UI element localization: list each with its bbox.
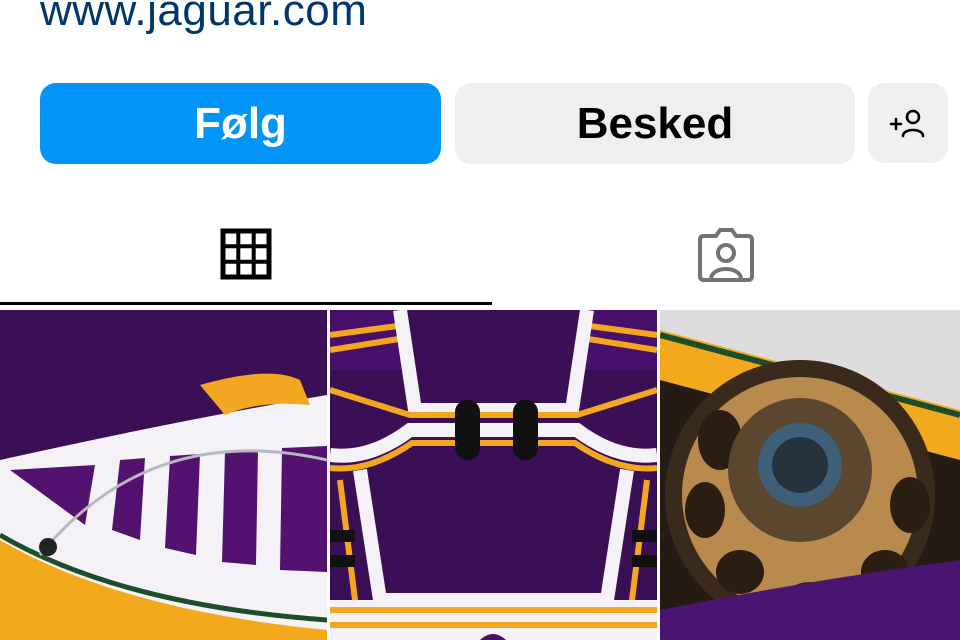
tab-tagged[interactable] (492, 208, 960, 300)
tab-posts-grid[interactable] (0, 208, 492, 300)
post-image-gold-wheel (660, 310, 960, 640)
post-thumbnail[interactable] (330, 310, 657, 640)
grid-icon (220, 228, 272, 280)
website-link[interactable]: www.jaguar.com (40, 0, 367, 36)
active-tab-indicator (0, 302, 492, 305)
profile-action-bar: Følg Besked (40, 83, 948, 164)
profile-tabs (0, 208, 960, 308)
tagged-person-icon (698, 228, 754, 282)
posts-grid (0, 310, 960, 640)
follow-button[interactable]: Følg (40, 83, 441, 164)
add-person-icon (889, 109, 925, 138)
post-image-livery-bodywork (0, 310, 327, 640)
message-button[interactable]: Besked (455, 83, 855, 164)
profile-page: www.jaguar.com Følg Besked (0, 0, 960, 640)
post-thumbnail[interactable] (660, 310, 960, 640)
post-thumbnail[interactable] (0, 310, 327, 640)
post-image-livery-engine-cover (330, 310, 657, 640)
suggest-accounts-button[interactable] (868, 83, 948, 163)
